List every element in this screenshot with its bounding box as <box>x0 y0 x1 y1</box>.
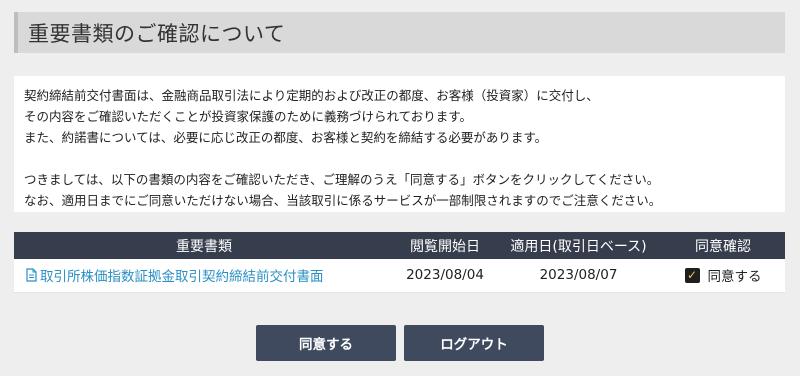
agree-checkbox-text: 同意する <box>707 269 762 286</box>
notice-line: その内容をご確認いただくことが投資家保護のために義務づけられております。 <box>24 109 473 124</box>
document-cell: 取引所株価指数証拠金取引契約締結前交付書面 <box>14 259 394 293</box>
agree-checkbox-label[interactable]: ✓ 同意する <box>684 265 762 286</box>
table-header-row: 重要書類 閲覧開始日 適用日(取引日ベース) 同意確認 <box>14 232 785 259</box>
document-link[interactable]: 取引所株価指数証拠金取引契約締結前交付書面 <box>26 265 324 285</box>
header-document: 重要書類 <box>14 232 394 259</box>
notice-line: つきましては、以下の書類の内容をご確認いただき、ご理解のうえ「同意する」ボタンを… <box>24 172 660 187</box>
table-row: 取引所株価指数証拠金取引契約締結前交付書面 2023/08/04 2023/08… <box>14 259 785 293</box>
page-title-bar: 重要書類のご確認について <box>14 12 785 53</box>
notice-line: 契約締結前交付書面は、金融商品取引法により定期的および改正の都度、お客様（投資家… <box>24 88 599 103</box>
document-name: 取引所株価指数証拠金取引契約締結前交付書面 <box>40 268 324 285</box>
document-icon <box>26 268 37 282</box>
agree-checkbox[interactable]: ✓ <box>684 267 700 283</box>
header-view-start: 閲覧開始日 <box>394 232 496 259</box>
documents-table: 重要書類 閲覧開始日 適用日(取引日ベース) 同意確認 取引所株価指数証拠金取引… <box>14 232 785 293</box>
logout-button[interactable]: ログアウト <box>404 325 544 361</box>
header-agreement: 同意確認 <box>661 232 785 259</box>
view-start-cell: 2023/08/04 <box>394 259 496 293</box>
header-effective-date: 適用日(取引日ベース) <box>496 232 661 259</box>
agreement-cell: ✓ 同意する <box>661 259 785 293</box>
notice-line: なお、適用日までにご同意いただけない場合、当該取引に係るサービスが一部制限されま… <box>24 193 662 208</box>
agree-button[interactable]: 同意する <box>256 325 396 361</box>
effective-date-cell: 2023/08/07 <box>496 259 661 293</box>
page-title: 重要書類のご確認について <box>28 21 286 46</box>
notice-line: また、約諾書については、必要に応じ改正の都度、お客様と契約を締結する必要がありま… <box>24 130 548 145</box>
notice-box: 契約締結前交付書面は、金融商品取引法により定期的および改正の都度、お客様（投資家… <box>14 76 785 212</box>
